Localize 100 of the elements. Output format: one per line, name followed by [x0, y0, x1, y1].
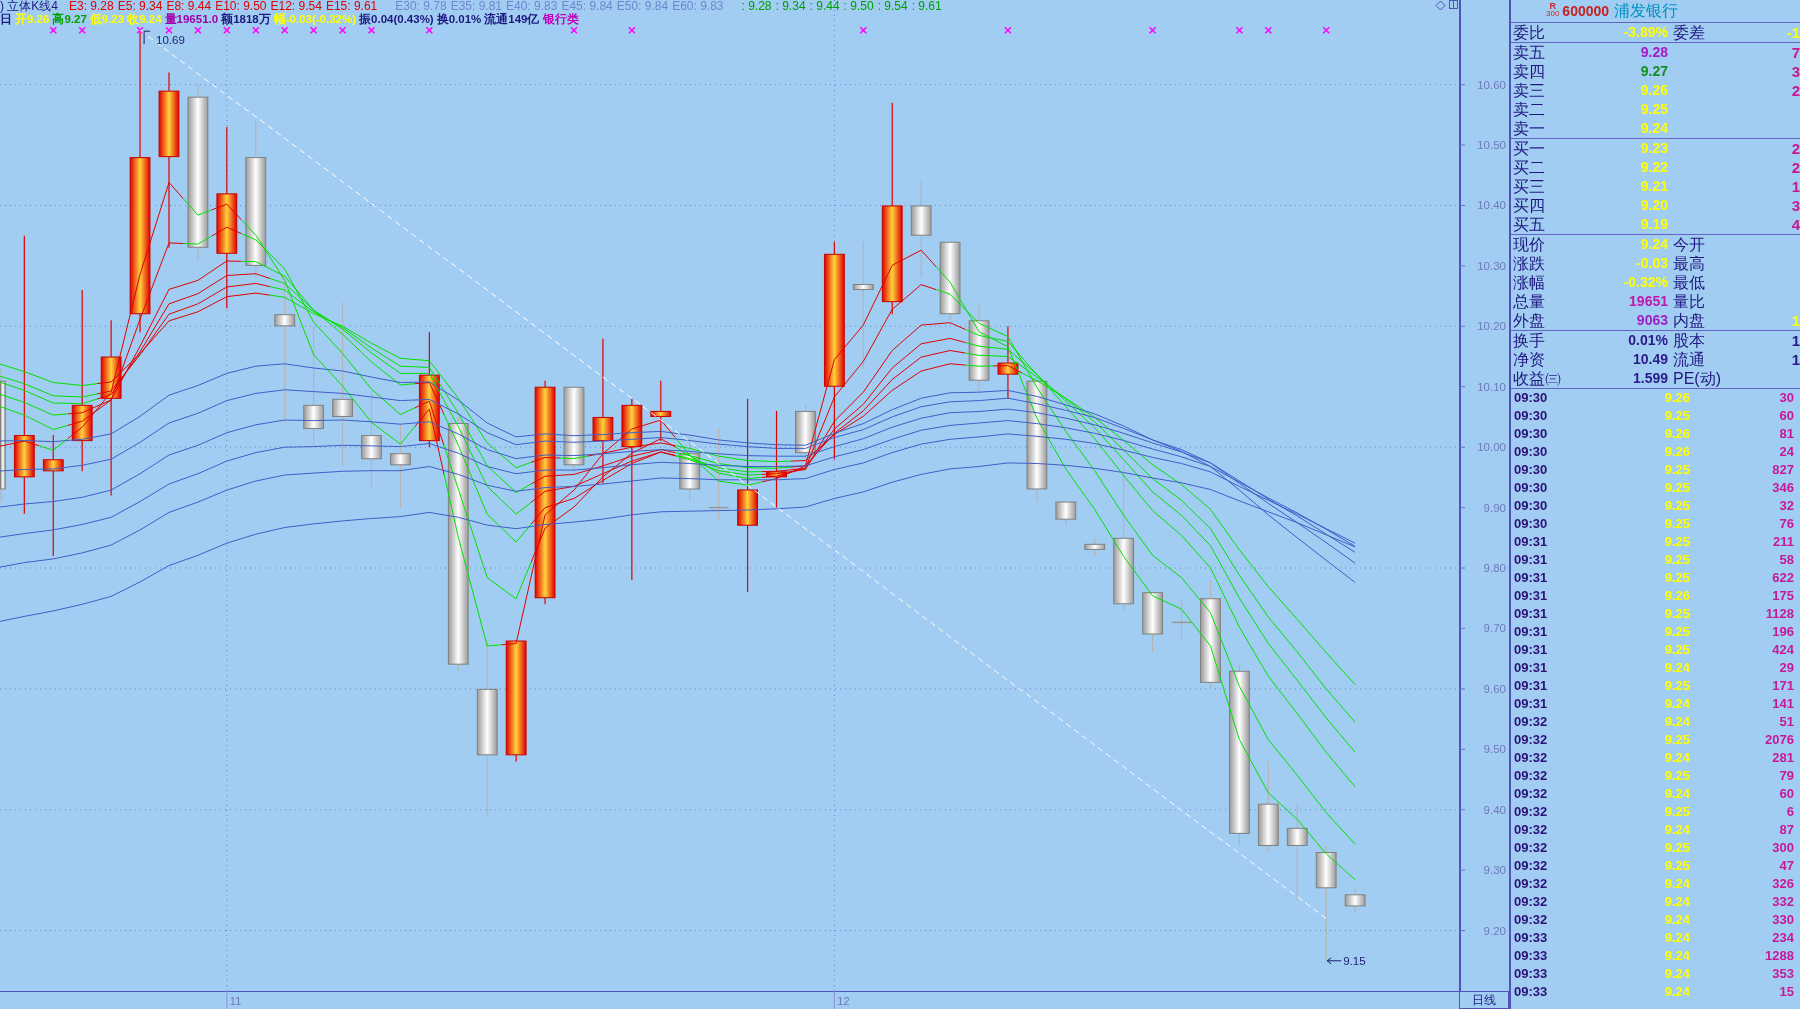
field-value: 9.27 [1640, 62, 1668, 81]
tick-price: 9.24 [1664, 875, 1690, 893]
tick-time: 09:32 [1514, 731, 1549, 749]
tick-time: 09:31 [1514, 695, 1549, 713]
tick-volume: 1288 [1765, 947, 1794, 965]
tick-time: 09:30 [1514, 497, 1549, 515]
axis-label: 9.30 [1483, 864, 1506, 877]
badge-letter: R [1549, 2, 1556, 10]
tick-price: 9.26 [1664, 425, 1690, 443]
field-label: 流通 [1673, 350, 1706, 369]
legend-item: : 9.50 [843, 0, 874, 13]
field-value: 9.26 [1640, 81, 1668, 100]
legend-item: : 9.54 [877, 0, 908, 13]
tick-volume: 424 [1772, 641, 1794, 659]
field-value: 3 [1791, 62, 1800, 81]
tick-time: 09:33 [1514, 965, 1549, 983]
field-label: 最高 [1673, 254, 1706, 273]
field-label: 买二 [1513, 158, 1546, 177]
window-icon[interactable] [1449, 0, 1458, 9]
axis-label: 9.80 [1483, 562, 1506, 574]
quote-item: 银行类 [542, 13, 579, 26]
tick-price: 9.25 [1664, 605, 1690, 623]
tick-time: 09:31 [1514, 587, 1549, 605]
axis-label: 10.00 [1477, 441, 1506, 454]
candlestick [795, 404, 816, 460]
field-value: 9.25 [1640, 100, 1668, 119]
axis-label: 9.50 [1483, 743, 1506, 756]
legend-item: E35: 9.81 [450, 0, 502, 13]
tick-price: 9.24 [1664, 929, 1690, 947]
tick-price: 9.25 [1664, 515, 1690, 533]
field-label: 卖五 [1513, 43, 1546, 62]
field-value: 9.19 [1640, 215, 1668, 234]
tick-volume: 326 [1772, 875, 1794, 893]
stock-code: 600000 [1562, 3, 1610, 19]
tick-volume: 30 [1779, 389, 1794, 407]
tick-price: 9.24 [1664, 947, 1690, 965]
field-label: 卖一 [1513, 119, 1546, 138]
tick-price: 9.24 [1664, 893, 1690, 911]
period-button[interactable]: 日线 [1459, 991, 1509, 1009]
axis-label: 10.50 [1477, 139, 1506, 151]
quote-item: 流通149亿 [484, 13, 540, 26]
tick-volume: 87 [1779, 821, 1794, 839]
field-label: 净资 [1513, 350, 1546, 369]
tick-volume: 32 [1779, 497, 1794, 515]
tick-volume: 51 [1779, 713, 1794, 731]
tick-time: 09:30 [1514, 515, 1549, 533]
tick-price: 9.25 [1664, 839, 1690, 857]
tick-price: 9.24 [1664, 713, 1690, 731]
tick-price: 9.25 [1664, 533, 1690, 551]
field-value: 9.23 [1640, 139, 1668, 158]
field-label: 委差 [1673, 23, 1706, 42]
tick-time: 09:31 [1514, 551, 1549, 569]
tick-time: 09:30 [1514, 479, 1549, 497]
field-value: 1.599 [1632, 369, 1668, 388]
tick-time: 09:33 [1514, 947, 1549, 965]
field-label: 量比 [1673, 292, 1706, 311]
tick-volume: 47 [1779, 857, 1794, 875]
tick-price: 9.26 [1664, 587, 1690, 605]
field-label: 卖二 [1513, 100, 1546, 119]
axis-label: 11 [229, 995, 242, 1007]
tick-time: 09:32 [1514, 875, 1549, 893]
stock-name: 浦发银行 [1614, 0, 1679, 21]
candlestick [1142, 591, 1163, 654]
field-value: -1 [1786, 23, 1800, 42]
field-value: 2 [1791, 81, 1800, 100]
tick-price: 9.25 [1664, 569, 1690, 587]
legend-item: : 9.28 [741, 0, 772, 13]
axis-label: 10.20 [1477, 320, 1506, 333]
field-label: 买一 [1513, 139, 1546, 158]
tick-price: 9.26 [1664, 389, 1690, 407]
field-label: 收益㈢ [1513, 369, 1562, 388]
quote-item: 量19651.0 [164, 13, 219, 26]
tick-volume: 281 [1772, 749, 1794, 767]
field-label: PE(动) [1673, 369, 1722, 388]
tick-price: 9.25 [1664, 551, 1690, 569]
field-value: 1 [1791, 350, 1800, 369]
tick-time: 09:31 [1514, 659, 1549, 677]
tick-time: 09:32 [1514, 749, 1549, 767]
tick-price: 9.25 [1664, 857, 1690, 875]
legend-item: E3: 9.28 [69, 0, 114, 13]
legend-item: E40: 9.83 [506, 0, 558, 13]
tick-volume: 58 [1779, 551, 1794, 569]
arrow-icon [1326, 957, 1342, 965]
legend-item: E60: 9.83 [672, 0, 724, 13]
tick-volume: 171 [1772, 677, 1794, 695]
tick-volume: 353 [1772, 965, 1794, 983]
quote-item: 开9.26 [15, 13, 50, 26]
tick-volume: 827 [1772, 461, 1794, 479]
field-label: 现价 [1513, 235, 1546, 254]
tick-price: 9.24 [1664, 695, 1690, 713]
tick-time: 09:30 [1514, 425, 1549, 443]
tick-price: 9.24 [1664, 821, 1690, 839]
axis-label: 10.60 [1477, 78, 1506, 91]
tick-time: 09:32 [1514, 785, 1549, 803]
field-value: 4 [1791, 215, 1800, 234]
legend-item: E12: 9.54 [270, 0, 322, 13]
field-value: 1 [1791, 177, 1800, 196]
tick-time: 09:32 [1514, 893, 1549, 911]
field-value: 9.24 [1640, 119, 1668, 138]
tick-price: 9.24 [1664, 749, 1690, 767]
